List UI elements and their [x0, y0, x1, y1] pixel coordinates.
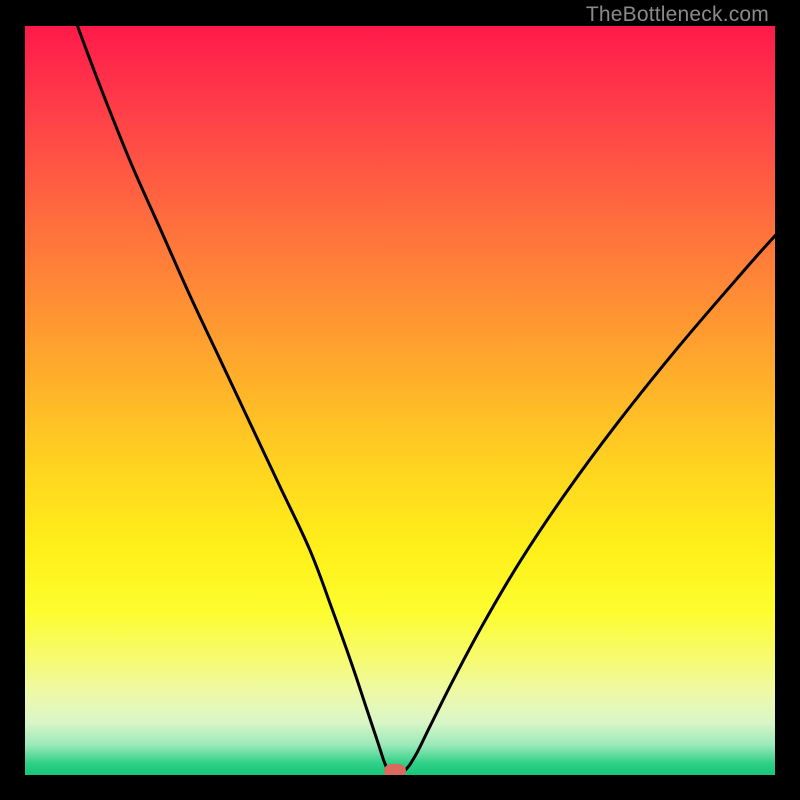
chart-frame: TheBottleneck.com: [25, 0, 775, 775]
curve-svg: [25, 26, 775, 775]
optimum-marker: [384, 764, 406, 776]
bottleneck-curve: [78, 26, 776, 774]
watermark-text: TheBottleneck.com: [586, 3, 769, 27]
plot-area: [25, 26, 775, 775]
